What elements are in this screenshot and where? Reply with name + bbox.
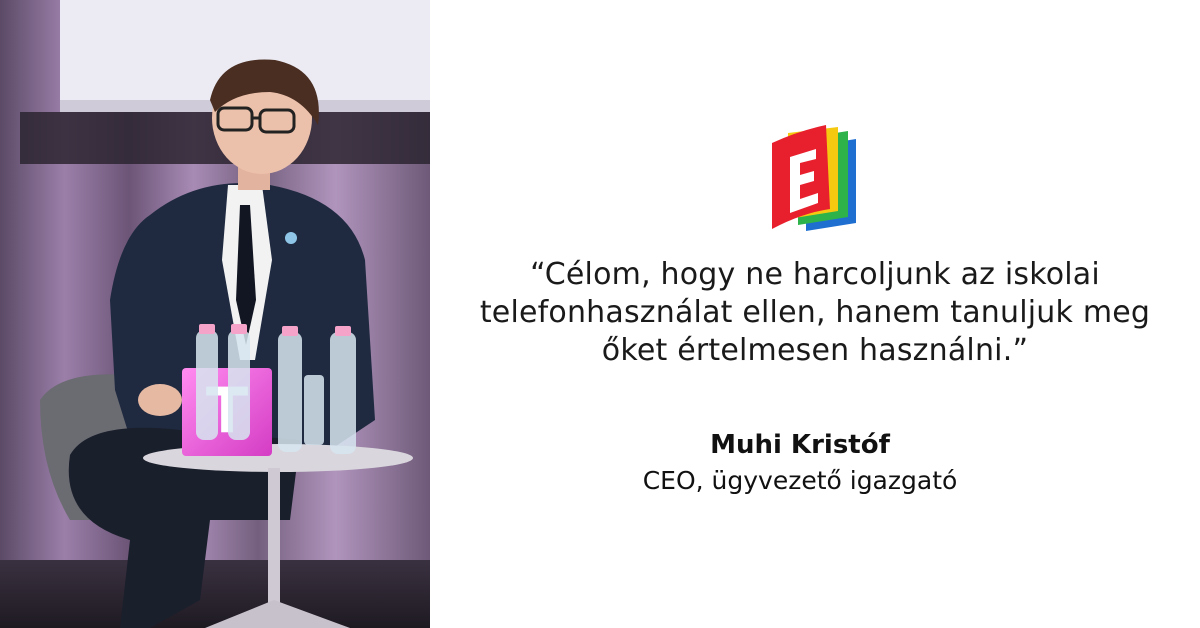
speaker-name: Muhi Kristóf (710, 430, 890, 460)
e-book-logo (768, 125, 858, 231)
quote-line: telefonhasználat ellen, hanem tanuljuk m… (479, 295, 1151, 330)
quote-line: őket értelmesen használni.” (601, 333, 1029, 368)
speaker-role: CEO, ügyvezető igazgató (642, 466, 958, 495)
quote-line: “Célom, hogy ne harcoljunk az iskolai (530, 257, 1100, 292)
quote-text: “Célom, hogy ne harcoljunk az iskolai te… (440, 256, 1190, 370)
speaker-photo: T (0, 0, 430, 628)
